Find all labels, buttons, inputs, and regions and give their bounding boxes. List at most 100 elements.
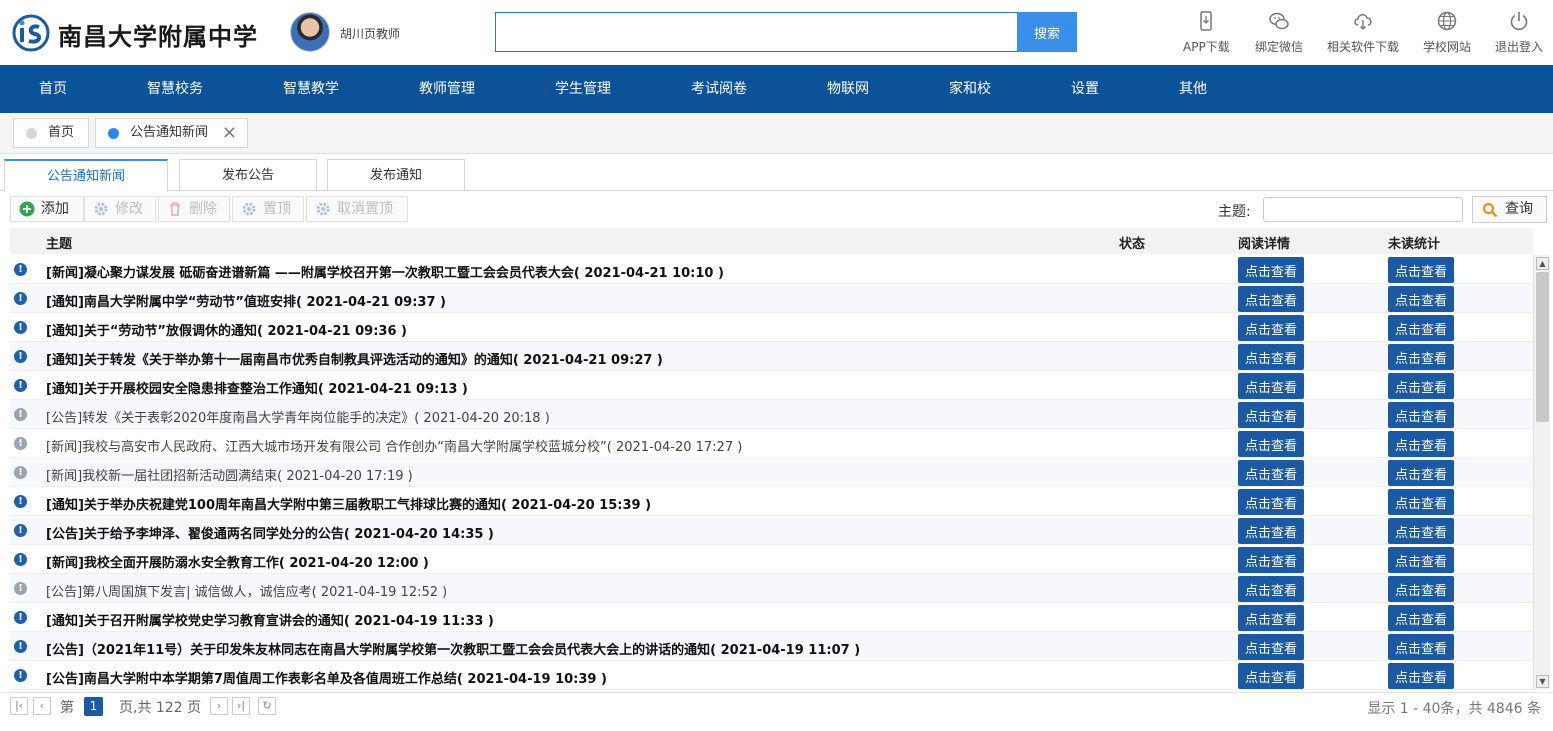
table-row[interactable]: ! [通知]南昌大学附属中学“劳动节”值班安排( 2021-04-21 09:37… — [10, 284, 1533, 313]
theme-search-input[interactable] — [1263, 197, 1463, 222]
tab-publish-announcement[interactable]: 发布公告 — [179, 159, 317, 191]
read-detail-button[interactable]: 点击查看 — [1238, 373, 1304, 399]
nav-item-exam-marking[interactable]: 考试阅卷 — [691, 65, 747, 113]
school-website-button[interactable]: 学校网站 — [1423, 10, 1471, 55]
read-detail-button[interactable]: 点击查看 — [1238, 257, 1304, 283]
tab-announcements-news[interactable]: 公告通知新闻 — [4, 159, 168, 192]
table-row[interactable]: ! [通知]关于举办庆祝建党100周年南昌大学附中第三届教职工气排球比赛的通知( … — [10, 487, 1533, 516]
nav-item-smart-teaching[interactable]: 智慧教学 — [283, 65, 339, 113]
nav-item-student-management[interactable]: 学生管理 — [555, 65, 611, 113]
unread-stats-button[interactable]: 点击查看 — [1388, 257, 1454, 283]
tab-publish-notice[interactable]: 发布通知 — [327, 159, 465, 191]
first-page-icon[interactable]: |‹ — [10, 697, 28, 715]
logout-button[interactable]: 退出登入 — [1495, 10, 1543, 55]
table-row[interactable]: ! [新闻]我校全面开展防溺水安全教育工作( 2021-04-20 12:00 )… — [10, 545, 1533, 574]
user-name[interactable]: 胡川页教师 — [340, 25, 400, 42]
row-title[interactable]: [公告]第八周国旗下发言| 诚信做人，诚信应考( 2021-04-19 12:5… — [46, 581, 447, 600]
read-detail-button[interactable]: 点击查看 — [1238, 634, 1304, 660]
last-page-icon[interactable]: ›| — [232, 697, 250, 715]
unread-stats-button[interactable]: 点击查看 — [1388, 489, 1454, 515]
nav-item-settings[interactable]: 设置 — [1071, 65, 1099, 113]
unread-stats-button[interactable]: 点击查看 — [1388, 373, 1454, 399]
column-header-read-detail[interactable]: 阅读详情 — [1238, 233, 1290, 252]
table-row[interactable]: ! [公告]关于给予李坤泽、翟俊通两名同学处分的公告( 2021-04-20 14… — [10, 516, 1533, 545]
page-tab-announcements[interactable]: 公告通知新闻 × — [95, 118, 248, 148]
page-tab-home[interactable]: 首页 — [13, 118, 89, 148]
column-header-status[interactable]: 状态 — [1119, 233, 1145, 252]
edit-button[interactable]: 修改 — [84, 196, 156, 222]
row-title[interactable]: [公告]（2021年11号）关于印发朱友林同志在南昌大学附属学校第一次教职工暨工… — [46, 639, 860, 658]
unread-stats-button[interactable]: 点击查看 — [1388, 460, 1454, 486]
table-row[interactable]: ! [新闻]我校新一届社团招新活动圆满结束( 2021-04-20 17:19 )… — [10, 458, 1533, 487]
unread-stats-button[interactable]: 点击查看 — [1388, 431, 1454, 457]
search-button[interactable]: 搜索 — [1017, 12, 1077, 52]
read-detail-button[interactable]: 点击查看 — [1238, 431, 1304, 457]
unpin-button[interactable]: 取消置顶 — [306, 196, 408, 222]
table-row[interactable]: ! [通知]关于转发《关于举办第十一届南昌市优秀自制教具评选活动的通知》的通知( … — [10, 342, 1533, 371]
app-download-button[interactable]: APP下载 — [1183, 10, 1230, 55]
read-detail-button[interactable]: 点击查看 — [1238, 576, 1304, 602]
nav-item-smart-affairs[interactable]: 智慧校务 — [147, 65, 203, 113]
refresh-icon[interactable]: ↻ — [258, 697, 276, 715]
avatar[interactable] — [290, 12, 330, 52]
unread-stats-button[interactable]: 点击查看 — [1388, 663, 1454, 689]
query-button[interactable]: 查询 — [1472, 196, 1547, 223]
unread-stats-button[interactable]: 点击查看 — [1388, 634, 1454, 660]
row-title[interactable]: [公告]转发《关于表彰2020年度南昌大学青年岗位能手的决定》( 2021-04… — [46, 407, 550, 426]
read-detail-button[interactable]: 点击查看 — [1238, 663, 1304, 689]
add-button[interactable]: 添加 — [10, 196, 84, 222]
unread-stats-button[interactable]: 点击查看 — [1388, 286, 1454, 312]
table-row[interactable]: ! [通知]关于开展校园安全隐患排查整治工作通知( 2021-04-21 09:1… — [10, 371, 1533, 400]
table-row[interactable]: ! [新闻]我校与高安市人民政府、江西大城市场开发有限公司 合作创办“南昌大学附属… — [10, 429, 1533, 458]
table-row[interactable]: ! [公告]南昌大学附中本学期第7周值周工作表彰名单及各值周班工作总结( 2021… — [10, 661, 1533, 690]
bind-wechat-button[interactable]: 绑定微信 — [1255, 10, 1303, 55]
read-detail-button[interactable]: 点击查看 — [1238, 460, 1304, 486]
row-title[interactable]: [新闻]我校与高安市人民政府、江西大城市场开发有限公司 合作创办“南昌大学附属学… — [46, 436, 742, 455]
search-input[interactable] — [495, 12, 1017, 52]
column-header-unread-stats[interactable]: 未读统计 — [1388, 233, 1440, 252]
unread-stats-button[interactable]: 点击查看 — [1388, 547, 1454, 573]
unread-stats-button[interactable]: 点击查看 — [1388, 518, 1454, 544]
table-row[interactable]: ! [公告]（2021年11号）关于印发朱友林同志在南昌大学附属学校第一次教职工暨… — [10, 632, 1533, 661]
read-detail-button[interactable]: 点击查看 — [1238, 547, 1304, 573]
row-title[interactable]: [通知]南昌大学附属中学“劳动节”值班安排( 2021-04-21 09:37 … — [46, 291, 446, 310]
delete-button[interactable]: 删除 — [158, 196, 230, 222]
scroll-down-icon[interactable]: ▼ — [1536, 675, 1549, 688]
row-title[interactable]: [通知]关于开展校园安全隐患排查整治工作通知( 2021-04-21 09:13… — [46, 378, 468, 397]
pin-button[interactable]: 置顶 — [232, 196, 304, 222]
read-detail-button[interactable]: 点击查看 — [1238, 402, 1304, 428]
table-row[interactable]: ! [通知]关于“劳动节”放假调休的通知( 2021-04-21 09:36 ) 点… — [10, 313, 1533, 342]
read-detail-button[interactable]: 点击查看 — [1238, 518, 1304, 544]
row-title[interactable]: [通知]关于转发《关于举办第十一届南昌市优秀自制教具评选活动的通知》的通知( 2… — [46, 349, 663, 368]
next-page-icon[interactable]: › — [210, 697, 228, 715]
scroll-up-icon[interactable]: ▲ — [1536, 257, 1549, 270]
unread-stats-button[interactable]: 点击查看 — [1388, 315, 1454, 341]
row-title[interactable]: [通知]关于举办庆祝建党100周年南昌大学附中第三届教职工气排球比赛的通知( 2… — [46, 494, 651, 513]
close-icon[interactable]: × — [222, 119, 237, 147]
table-row[interactable]: ! [公告]转发《关于表彰2020年度南昌大学青年岗位能手的决定》( 2021-0… — [10, 400, 1533, 429]
row-title[interactable]: [新闻]我校全面开展防溺水安全教育工作( 2021-04-20 12:00 ) — [46, 552, 429, 571]
table-row[interactable]: ! [通知]关于召开附属学校党史学习教育宣讲会的通知( 2021-04-19 11… — [10, 603, 1533, 632]
table-row[interactable]: ! [新闻]凝心聚力谋发展 砥砺奋进谱新篇 ——附属学校召开第一次教职工暨工会会员… — [10, 255, 1533, 284]
row-title[interactable]: [新闻]凝心聚力谋发展 砥砺奋进谱新篇 ——附属学校召开第一次教职工暨工会会员代… — [46, 262, 724, 281]
read-detail-button[interactable]: 点击查看 — [1238, 605, 1304, 631]
table-row[interactable]: ! [公告]第八周国旗下发言| 诚信做人，诚信应考( 2021-04-19 12:… — [10, 574, 1533, 603]
read-detail-button[interactable]: 点击查看 — [1238, 489, 1304, 515]
read-detail-button[interactable]: 点击查看 — [1238, 286, 1304, 312]
read-detail-button[interactable]: 点击查看 — [1238, 344, 1304, 370]
nav-item-teacher-management[interactable]: 教师管理 — [419, 65, 475, 113]
row-title[interactable]: [通知]关于召开附属学校党史学习教育宣讲会的通知( 2021-04-19 11:… — [46, 610, 494, 629]
row-title[interactable]: [新闻]我校新一届社团招新活动圆满结束( 2021-04-20 17:19 ) — [46, 465, 413, 484]
row-title[interactable]: [公告]关于给予李坤泽、翟俊通两名同学处分的公告( 2021-04-20 14:… — [46, 523, 494, 542]
scroll-thumb[interactable] — [1536, 272, 1549, 422]
unread-stats-button[interactable]: 点击查看 — [1388, 402, 1454, 428]
row-title[interactable]: [通知]关于“劳动节”放假调休的通知( 2021-04-21 09:36 ) — [46, 320, 407, 339]
prev-page-icon[interactable]: ‹ — [33, 697, 51, 715]
unread-stats-button[interactable]: 点击查看 — [1388, 576, 1454, 602]
row-title[interactable]: [公告]南昌大学附中本学期第7周值周工作表彰名单及各值周班工作总结( 2021-… — [46, 668, 607, 687]
software-download-button[interactable]: 相关软件下载 — [1327, 10, 1399, 55]
unread-stats-button[interactable]: 点击查看 — [1388, 344, 1454, 370]
nav-item-home[interactable]: 首页 — [39, 65, 67, 113]
nav-item-other[interactable]: 其他 — [1179, 65, 1207, 113]
unread-stats-button[interactable]: 点击查看 — [1388, 605, 1454, 631]
